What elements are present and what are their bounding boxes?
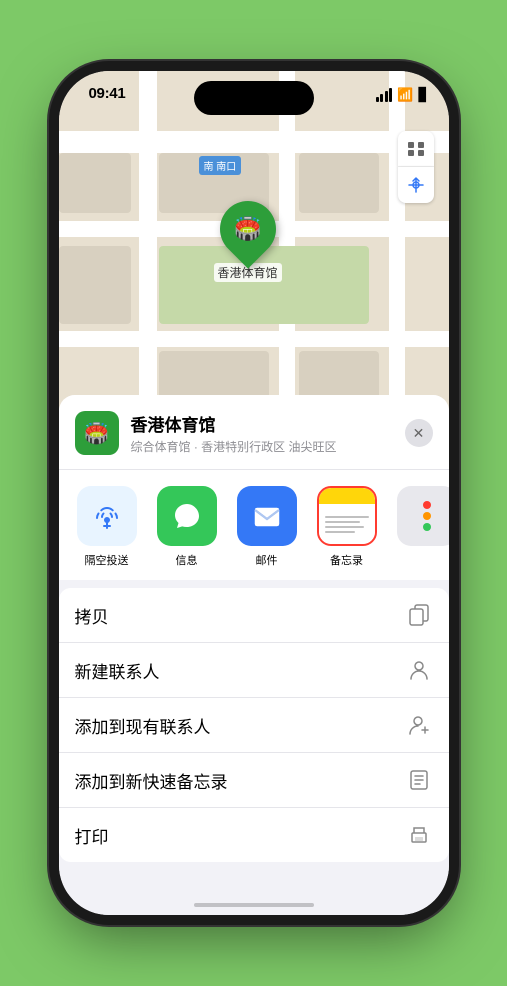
share-item-notes[interactable]: 备忘录: [315, 486, 379, 568]
share-item-messages[interactable]: 信息: [155, 486, 219, 568]
pin-inner-icon: 🏟️: [234, 216, 261, 242]
bottom-sheet: 🏟️ 香港体育馆 综合体育馆 · 香港特别行政区 油尖旺区 ✕: [59, 395, 449, 915]
action-print-label: 打印: [75, 823, 405, 848]
venue-title: 香港体育馆: [131, 411, 393, 436]
signal-bars-icon: [376, 88, 393, 102]
close-button[interactable]: ✕: [405, 419, 433, 447]
dynamic-island: [194, 81, 314, 115]
action-row-new-contact[interactable]: 新建联系人: [59, 643, 449, 698]
notes-label: 备忘录: [330, 552, 363, 568]
map-controls: [398, 131, 434, 203]
airdrop-icon: [77, 486, 137, 546]
action-add-notes-label: 添加到新快速备忘录: [75, 768, 405, 793]
action-row-print[interactable]: 打印: [59, 808, 449, 862]
signal-bar-4: [389, 88, 392, 102]
notes-line-3: [325, 526, 365, 528]
signal-bar-2: [380, 94, 383, 102]
map-entrance-label: 南 南口: [199, 156, 242, 175]
action-row-add-notes[interactable]: 添加到新快速备忘录: [59, 753, 449, 808]
notes-lines: [319, 504, 375, 544]
person-add-icon: [405, 711, 433, 739]
signal-bar-1: [376, 97, 379, 102]
print-icon: [405, 821, 433, 849]
share-item-more[interactable]: [395, 486, 449, 546]
notes-top-bar: [319, 488, 375, 504]
notes-line-4: [325, 531, 356, 533]
dot-green: [423, 523, 431, 531]
notes-icon: [317, 486, 377, 546]
status-time: 09:41: [89, 85, 126, 102]
battery-icon: ▊: [419, 87, 429, 103]
notes-add-icon: [405, 766, 433, 794]
share-row: 隔空投送 信息: [59, 470, 449, 580]
share-item-mail[interactable]: 邮件: [235, 486, 299, 568]
action-copy-label: 拷贝: [75, 603, 405, 628]
venue-logo: 🏟️: [75, 411, 119, 455]
map-block-2: [299, 153, 379, 213]
map-block-5: [59, 153, 131, 213]
venue-subtitle: 综合体育馆 · 香港特别行政区 油尖旺区: [131, 438, 393, 455]
dot-red: [423, 501, 431, 509]
signal-bar-3: [385, 91, 388, 102]
location-button[interactable]: [398, 167, 434, 203]
messages-label: 信息: [176, 552, 198, 568]
venue-info: 香港体育馆 综合体育馆 · 香港特别行政区 油尖旺区: [131, 411, 393, 455]
action-row-copy[interactable]: 拷贝: [59, 588, 449, 643]
more-icon: [397, 486, 449, 546]
mail-label: 邮件: [256, 552, 278, 568]
person-icon: [405, 656, 433, 684]
phone-frame: 09:41 📶 ▊ 南 南口: [59, 71, 449, 915]
venue-pin[interactable]: 🏟️ 香港体育馆: [214, 201, 282, 282]
entrance-label-text: 南 南口: [204, 162, 237, 173]
map-type-button[interactable]: [398, 131, 434, 167]
copy-icon: [405, 601, 433, 629]
action-add-existing-label: 添加到现有联系人: [75, 713, 405, 738]
dot-orange: [423, 512, 431, 520]
airdrop-label: 隔空投送: [85, 552, 129, 568]
venue-header: 🏟️ 香港体育馆 综合体育馆 · 香港特别行政区 油尖旺区 ✕: [59, 395, 449, 470]
status-icons: 📶 ▊: [376, 87, 429, 103]
map-block-6: [59, 246, 131, 324]
action-section: 拷贝 新建联系人 添: [59, 588, 449, 862]
home-indicator: [194, 903, 314, 907]
wifi-icon: 📶: [397, 87, 413, 103]
notes-icon-inner: [319, 488, 375, 544]
action-new-contact-label: 新建联系人: [75, 658, 405, 683]
action-row-add-existing[interactable]: 添加到现有联系人: [59, 698, 449, 753]
pin-icon: 🏟️: [208, 189, 287, 268]
mail-icon: [237, 486, 297, 546]
messages-icon: [157, 486, 217, 546]
notes-line-1: [325, 516, 369, 518]
more-dots-icon: [423, 501, 431, 531]
notes-line-2: [325, 521, 360, 523]
share-item-airdrop[interactable]: 隔空投送: [75, 486, 139, 568]
